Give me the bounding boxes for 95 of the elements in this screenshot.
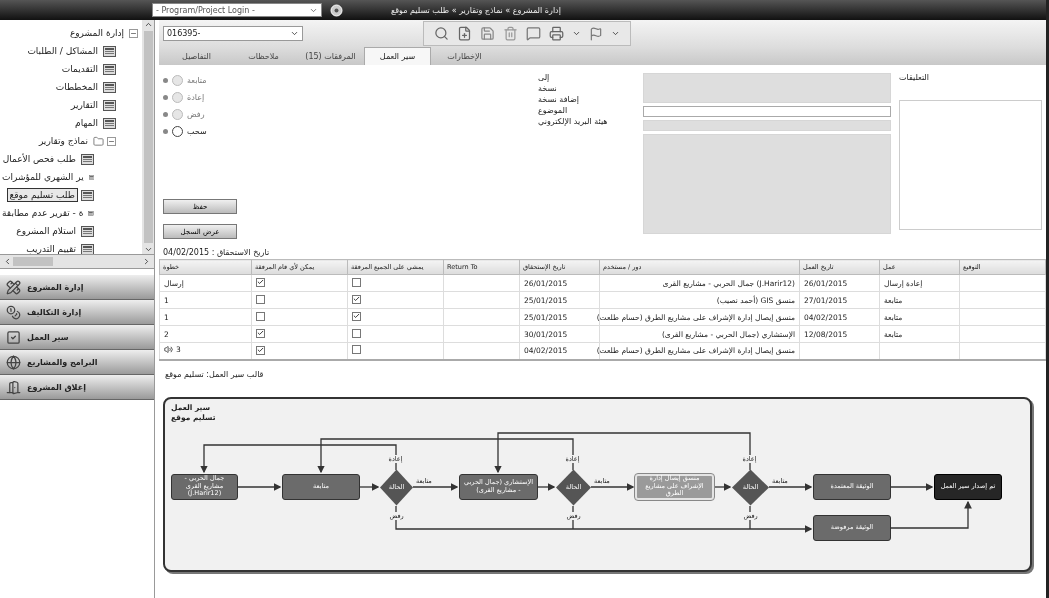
print-icon[interactable] bbox=[549, 26, 564, 41]
connector-arrow bbox=[890, 482, 934, 491]
nav-button[interactable]: إدارة التكاليف bbox=[0, 300, 154, 325]
login-combo[interactable]: - Program/Project Login - bbox=[152, 3, 322, 17]
radio-label: رفض bbox=[187, 110, 205, 119]
collapse-icon[interactable] bbox=[107, 136, 116, 146]
checkbox[interactable] bbox=[352, 328, 361, 338]
field-label: الموضوع bbox=[538, 106, 568, 115]
tree-item[interactable]: إدارة المشروع bbox=[67, 27, 126, 39]
field-label: نسخة bbox=[538, 84, 557, 93]
form-icon bbox=[81, 153, 94, 165]
checkbox[interactable] bbox=[352, 277, 361, 287]
form-icon bbox=[103, 99, 116, 111]
checkbox[interactable] bbox=[256, 277, 265, 287]
connector-arrow bbox=[590, 482, 635, 491]
form-icon bbox=[81, 225, 94, 237]
tree-item[interactable]: طلب فحص الأعمال bbox=[0, 153, 78, 165]
tree-item[interactable]: التقارير bbox=[68, 99, 100, 111]
field-label: إلى bbox=[538, 73, 550, 82]
form-icon bbox=[103, 45, 116, 57]
scroll-down-icon[interactable] bbox=[143, 245, 153, 254]
checkbox-icon bbox=[6, 329, 21, 345]
form-icon bbox=[81, 189, 94, 201]
radio-label: سحب bbox=[187, 127, 207, 136]
field-label: هيئة البريد الإلكتروني bbox=[538, 117, 608, 126]
comment-icon[interactable] bbox=[526, 26, 541, 41]
radio-button[interactable] bbox=[172, 126, 183, 137]
form-icon bbox=[103, 117, 116, 129]
tree-item[interactable]: ير الشهري للمؤشرات bbox=[0, 171, 86, 183]
checkbox[interactable] bbox=[352, 345, 361, 355]
field-label: إضافة نسخة bbox=[538, 95, 579, 104]
status-dot bbox=[163, 78, 168, 83]
scroll-up-icon[interactable] bbox=[143, 20, 153, 29]
tab[interactable]: ملاحظات bbox=[230, 47, 297, 65]
new-file-icon[interactable] bbox=[457, 26, 472, 41]
scroll-thumb[interactable] bbox=[143, 31, 153, 243]
collapse-icon[interactable] bbox=[129, 28, 138, 38]
connector-arrow bbox=[359, 482, 380, 491]
tree-item[interactable]: نماذج وتقارير bbox=[36, 135, 90, 147]
tree-item[interactable]: المهام bbox=[73, 117, 100, 129]
tab[interactable]: سير العمل bbox=[364, 47, 431, 65]
form-icon bbox=[103, 63, 116, 75]
tree-item[interactable]: طلب تسليم موقع bbox=[6, 188, 78, 202]
field-label: التعليقات bbox=[899, 73, 930, 82]
tree-item[interactable]: ة - تقرير عدم مطابقة bbox=[0, 207, 86, 219]
record-field[interactable]: 016395- bbox=[163, 26, 303, 41]
connector-arrow bbox=[237, 482, 282, 491]
door-icon bbox=[6, 379, 21, 395]
connector-arrow bbox=[537, 482, 556, 491]
checkbox[interactable] bbox=[256, 345, 265, 355]
connector-arrow bbox=[713, 482, 732, 491]
scroll-left-icon[interactable] bbox=[3, 257, 12, 266]
breadcrumb: إدارة المشروع » نماذج وتقارير » طلب تسليم موقع bbox=[391, 5, 561, 15]
nav-button[interactable]: إغلاق المشروع bbox=[0, 375, 154, 400]
tree-item[interactable]: التقديمات bbox=[59, 63, 100, 75]
circle-icon[interactable] bbox=[330, 3, 343, 17]
checkbox[interactable] bbox=[256, 328, 265, 338]
tab[interactable]: المرفقات (15) bbox=[297, 47, 364, 65]
form-icon bbox=[103, 81, 116, 93]
due-date: تاريخ الاستحقاق : 04/02/2015 bbox=[163, 247, 270, 257]
tree-item[interactable]: المخططات bbox=[53, 81, 100, 93]
save-icon[interactable] bbox=[480, 26, 495, 41]
status-dot bbox=[163, 112, 168, 117]
radio-label: متابعة bbox=[187, 76, 207, 85]
tab[interactable]: الإخطارات bbox=[431, 47, 498, 65]
nav-button[interactable]: البرامج والمشاريع bbox=[0, 350, 154, 375]
coins-icon bbox=[6, 304, 21, 320]
status-dot bbox=[163, 129, 168, 134]
checkbox[interactable] bbox=[256, 311, 265, 321]
pencil-ruler-icon bbox=[6, 279, 21, 295]
template-caption: قالب سير العمل: تسليم موقع bbox=[165, 370, 264, 379]
input-field[interactable] bbox=[643, 106, 891, 117]
globe-icon bbox=[6, 354, 21, 370]
checkbox[interactable] bbox=[352, 294, 361, 304]
tree-item[interactable]: تقييم التدريب bbox=[24, 243, 78, 254]
connector-arrow bbox=[768, 482, 813, 491]
caret-icon bbox=[290, 29, 299, 38]
nav-button[interactable]: إدارة المشروع bbox=[0, 275, 154, 300]
flag-icon[interactable] bbox=[589, 26, 603, 41]
folder-icon bbox=[93, 135, 104, 147]
radio-label: إعادة bbox=[187, 93, 205, 102]
tree-item[interactable]: استلام المشروع bbox=[14, 225, 78, 237]
caret-icon[interactable] bbox=[611, 29, 620, 38]
checkbox[interactable] bbox=[352, 311, 361, 321]
checkbox[interactable] bbox=[256, 294, 265, 304]
nav-button[interactable]: سير العمل bbox=[0, 325, 154, 350]
delete-icon[interactable] bbox=[503, 26, 518, 41]
scroll-right-icon[interactable] bbox=[142, 257, 151, 266]
status-dot bbox=[163, 95, 168, 100]
search-icon[interactable] bbox=[434, 26, 449, 41]
scroll-thumb[interactable] bbox=[13, 257, 53, 266]
tab[interactable]: التفاصيل bbox=[163, 47, 230, 65]
tree-item[interactable]: المشاكل / الطلبات bbox=[25, 45, 100, 57]
connector-arrow bbox=[412, 482, 459, 491]
caret-icon[interactable] bbox=[572, 29, 581, 38]
